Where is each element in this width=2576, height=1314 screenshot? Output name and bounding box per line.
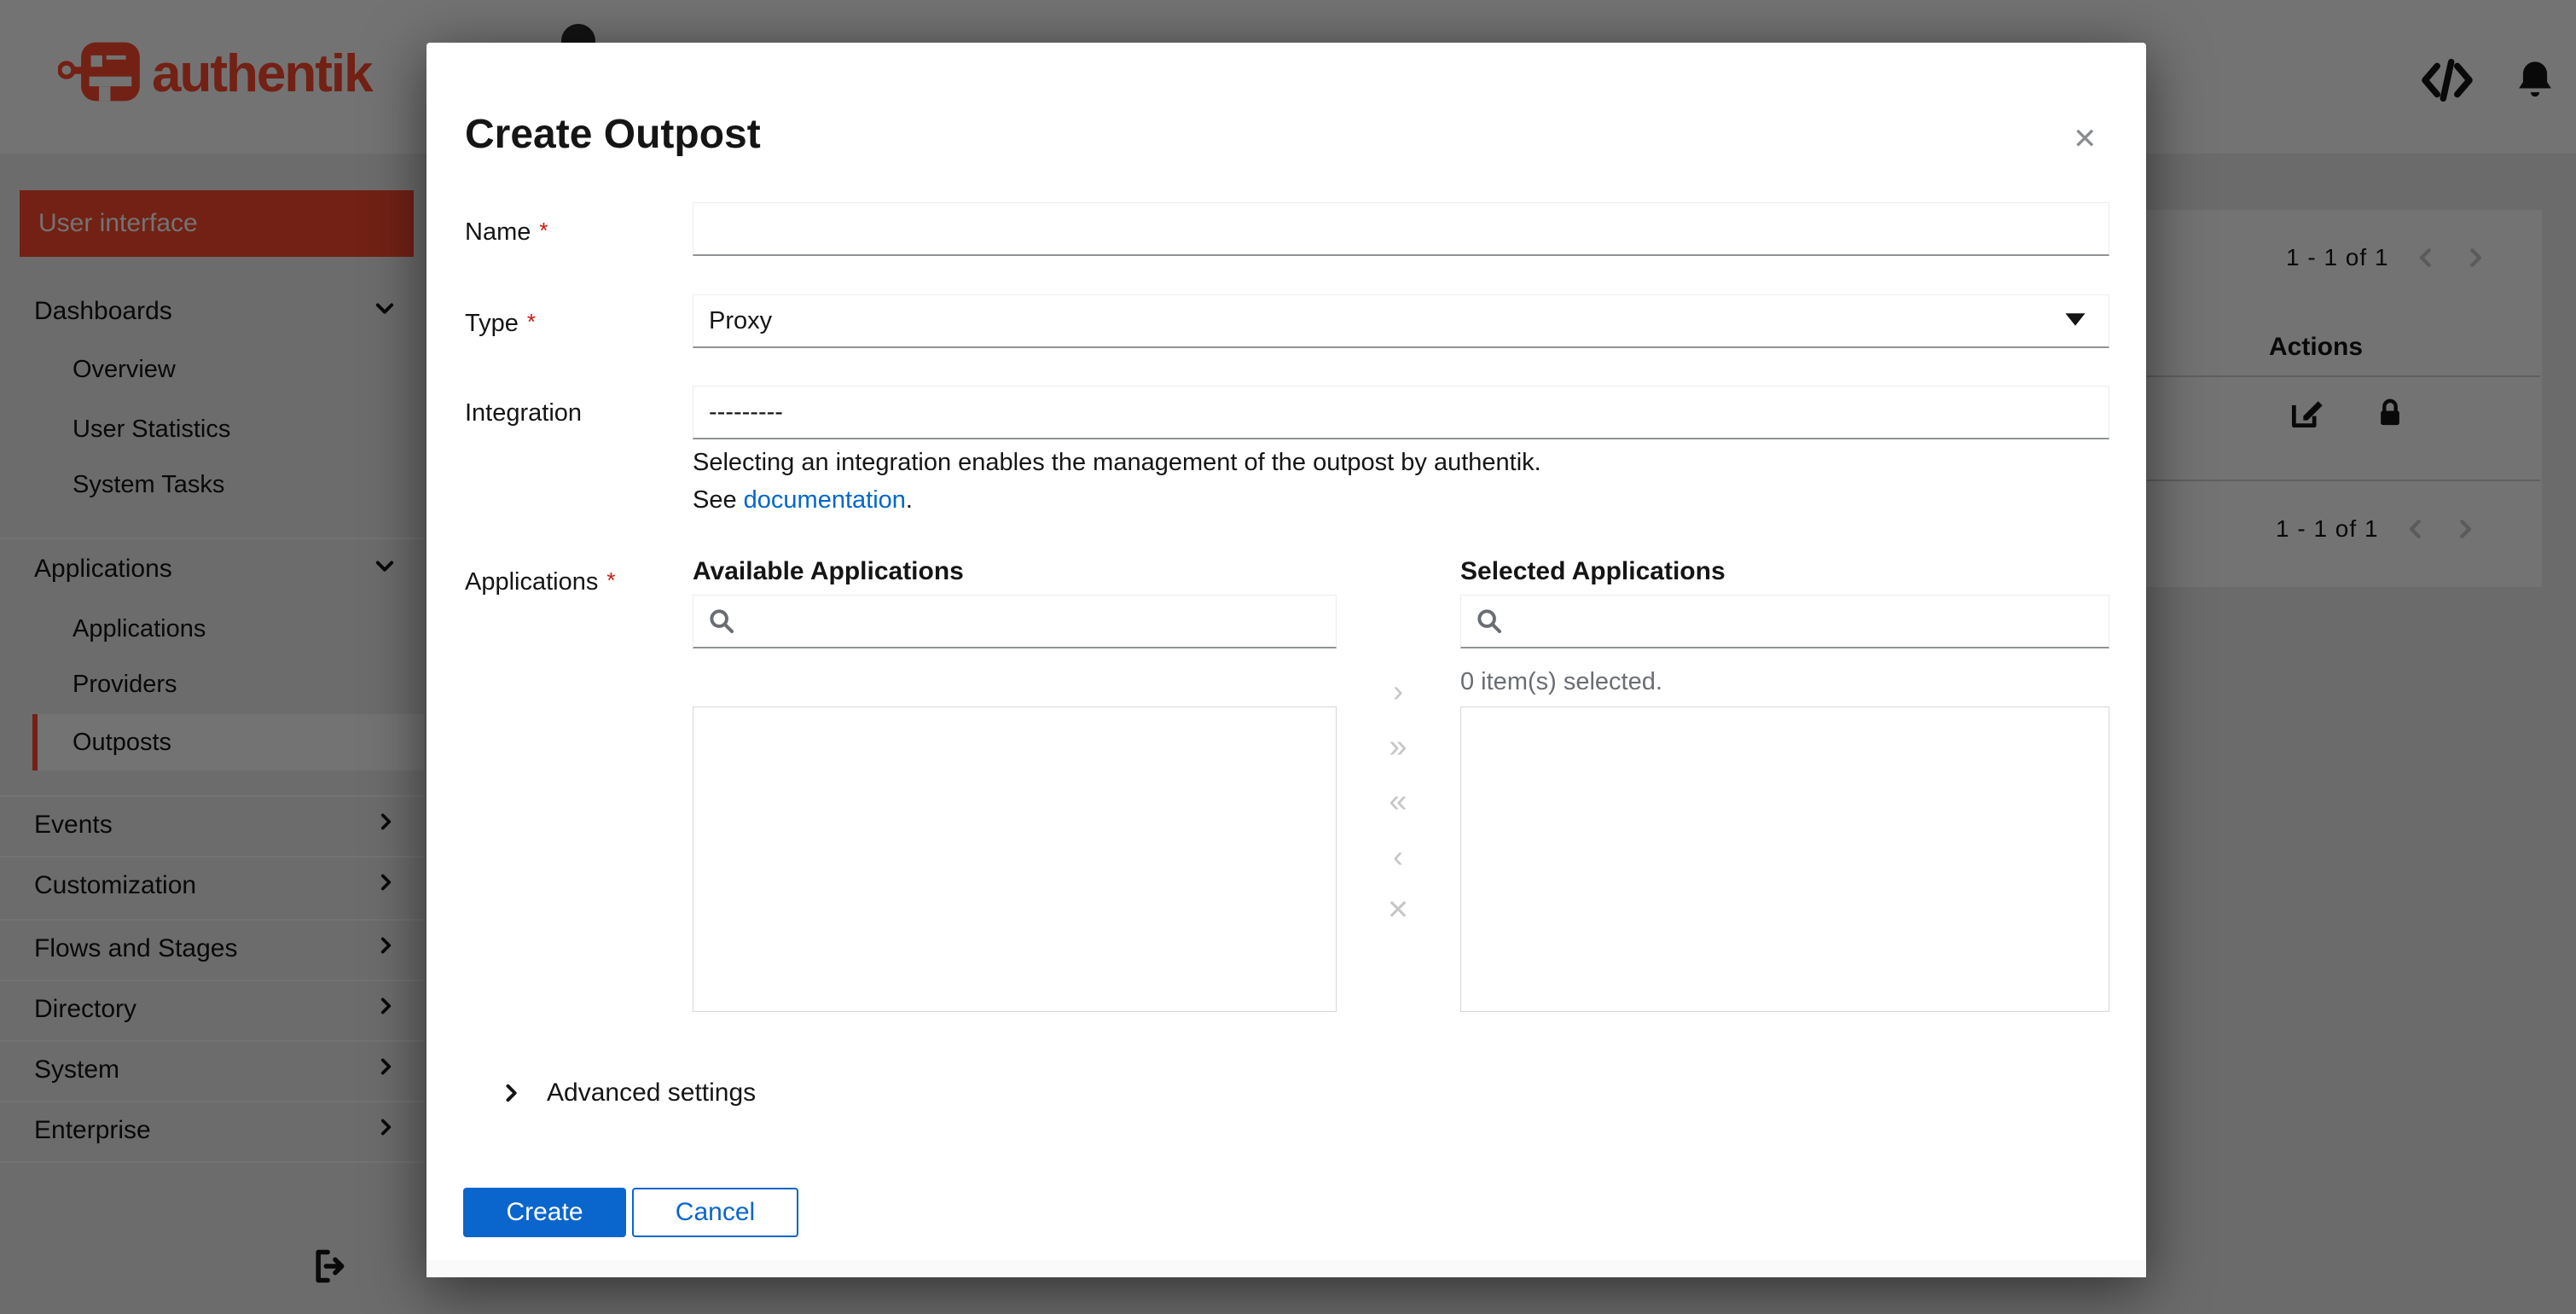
selected-applications-listbox[interactable] bbox=[1460, 706, 2109, 1012]
create-outpost-modal: Create Outpost ✕ Name * Type * Proxy Integ… bbox=[426, 43, 2146, 1277]
transfer-add-selected-button[interactable]: › bbox=[1370, 676, 1426, 706]
close-icon[interactable]: ✕ bbox=[2073, 125, 2097, 154]
caret-down-icon bbox=[2064, 307, 2086, 335]
transfer-remove-all-button[interactable]: « bbox=[1370, 785, 1426, 817]
selected-applications-title: Selected Applications bbox=[1460, 557, 1726, 585]
transfer-clear-button[interactable]: ✕ bbox=[1370, 896, 1426, 923]
selected-search[interactable] bbox=[1460, 595, 2109, 648]
modal-footer bbox=[426, 1260, 2146, 1277]
search-icon bbox=[707, 607, 736, 636]
screen: authentik User interface Dashboards bbox=[0, 0, 2576, 1314]
integration-help-see: See documentation. bbox=[693, 486, 913, 514]
type-select[interactable]: Proxy bbox=[693, 294, 2109, 348]
chevron-right-icon bbox=[499, 1081, 523, 1105]
integration-select[interactable]: --------- bbox=[693, 386, 2109, 439]
required-marker: * bbox=[539, 218, 548, 243]
available-search[interactable] bbox=[693, 595, 1337, 648]
cancel-button[interactable]: Cancel bbox=[632, 1188, 798, 1237]
required-marker: * bbox=[606, 567, 616, 593]
advanced-settings-label: Advanced settings bbox=[547, 1079, 757, 1107]
selected-search-input[interactable] bbox=[1516, 606, 2109, 637]
type-label: Type * bbox=[465, 309, 536, 337]
integration-help-text: Selecting an integration enables the man… bbox=[693, 449, 1541, 476]
search-icon bbox=[1475, 607, 1504, 636]
documentation-link[interactable]: documentation bbox=[744, 486, 906, 514]
advanced-settings-toggle[interactable]: Advanced settings bbox=[499, 1079, 756, 1108]
transfer-add-all-button[interactable]: » bbox=[1370, 730, 1426, 763]
selected-count-status: 0 item(s) selected. bbox=[1460, 668, 1662, 695]
name-label: Name * bbox=[465, 218, 548, 246]
integration-select-value: --------- bbox=[709, 398, 783, 426]
available-applications-listbox[interactable] bbox=[693, 706, 1337, 1012]
transfer-remove-selected-button[interactable]: ‹ bbox=[1370, 841, 1426, 872]
name-input[interactable] bbox=[693, 202, 2109, 256]
integration-label: Integration bbox=[465, 399, 583, 427]
available-applications-title: Available Applications bbox=[693, 557, 964, 585]
applications-label: Applications * bbox=[465, 567, 616, 596]
available-search-input[interactable] bbox=[748, 606, 1336, 637]
create-button[interactable]: Create bbox=[463, 1188, 626, 1237]
modal-title: Create Outpost bbox=[465, 112, 761, 157]
type-select-value: Proxy bbox=[709, 306, 773, 334]
required-marker: * bbox=[526, 309, 536, 334]
